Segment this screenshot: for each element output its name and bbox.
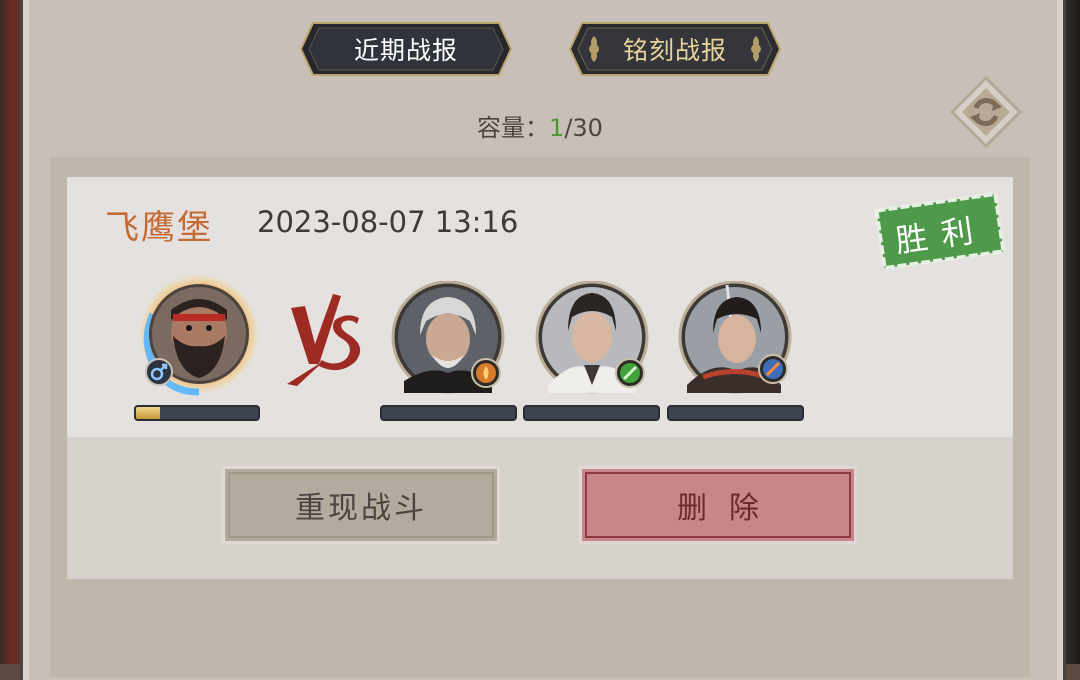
enemy-hp-bar-1	[380, 405, 517, 421]
tab-recent-label: 近期战报	[353, 36, 458, 65]
delete-report-button[interactable]: 删除	[579, 466, 857, 544]
battle-location: 飞鹰堡	[105, 208, 213, 248]
enemy-hp-bar-3	[667, 405, 804, 421]
delete-report-label: 删除	[677, 491, 781, 526]
player-hp-fill	[136, 407, 161, 419]
enemy-avatar-3[interactable]	[677, 281, 793, 397]
enemy-hp-bar-2	[523, 405, 660, 421]
tab-engraved-label: 铭刻战报	[622, 36, 727, 65]
replay-battle-label: 重现战斗	[295, 491, 427, 526]
battle-datetime: 2023-08-07 13:16	[257, 205, 519, 239]
capacity-indicator: 容量：1/30	[0, 108, 1080, 143]
tab-recent-reports[interactable]: 近期战报	[299, 20, 513, 78]
player-hp-bar	[134, 405, 260, 421]
capacity-label: 容量：	[477, 114, 550, 142]
enemy-avatar-1[interactable]	[390, 281, 506, 397]
refresh-icon[interactable]	[950, 76, 1022, 148]
versus-icon	[287, 294, 361, 386]
report-actions-area	[67, 437, 1013, 579]
enemy-avatar-2[interactable]	[534, 281, 650, 397]
capacity-current: 1	[549, 114, 565, 142]
tab-engraved-reports[interactable]: 铭刻战报	[568, 20, 782, 78]
player-avatar[interactable]	[133, 274, 263, 400]
capacity-total: /30	[564, 114, 603, 142]
replay-battle-button[interactable]: 重现战斗	[222, 466, 500, 544]
